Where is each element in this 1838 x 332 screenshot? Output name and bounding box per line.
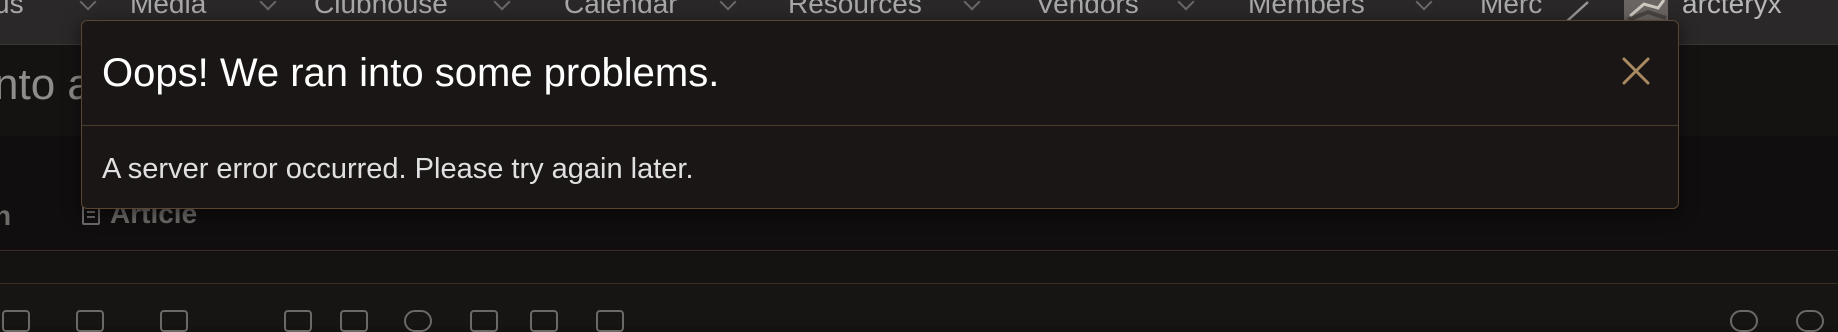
- undo-icon[interactable]: [1730, 310, 1758, 332]
- chevron-down-icon: [493, 0, 511, 11]
- error-dialog: Oops! We ran into some problems. A serve…: [81, 20, 1679, 209]
- nav-item-vendors[interactable]: Vendors: [1036, 0, 1139, 19]
- chevron-down-icon: [1177, 0, 1195, 11]
- nav-item-members[interactable]: Members: [1248, 0, 1365, 19]
- chevron-down-icon: [259, 0, 277, 11]
- tab-fragment[interactable]: n: [0, 200, 11, 232]
- editor-toolbar: [0, 284, 1838, 326]
- paragraph-icon[interactable]: [160, 310, 188, 332]
- chevron-down-icon: [963, 0, 981, 11]
- numbered-list-icon[interactable]: [76, 310, 104, 332]
- dialog-title: Oops! We ran into some problems.: [102, 51, 720, 95]
- username[interactable]: arcteryx: [1682, 0, 1782, 19]
- nav-item-calendar[interactable]: Calendar: [564, 0, 678, 19]
- nav-item-fragment[interactable]: us: [0, 0, 24, 19]
- columns-icon[interactable]: [530, 310, 558, 332]
- list-icon[interactable]: [2, 310, 30, 332]
- nav-item-media[interactable]: Media: [130, 0, 206, 19]
- nav-item-merch[interactable]: Merc: [1480, 0, 1550, 19]
- divider: [0, 250, 1838, 251]
- nav-item-resources[interactable]: Resources: [788, 0, 922, 19]
- chevron-down-icon: [79, 0, 97, 11]
- redo-icon[interactable]: [1796, 310, 1824, 332]
- table-icon[interactable]: [596, 310, 624, 332]
- media-icon[interactable]: [470, 310, 498, 332]
- dialog-header: Oops! We ran into some problems.: [82, 21, 1678, 126]
- error-message: A server error occurred. Please try agai…: [102, 153, 694, 185]
- link-icon[interactable]: [284, 310, 312, 332]
- chevron-down-icon: [719, 0, 737, 11]
- emoji-icon[interactable]: [404, 310, 432, 332]
- avatar[interactable]: [1624, 0, 1668, 22]
- chevron-down-icon: [1415, 0, 1433, 11]
- nav-item-clubhouse[interactable]: Clubhouse: [314, 0, 448, 19]
- close-icon[interactable]: [1616, 51, 1656, 91]
- page-title-fragment: nto a: [0, 60, 92, 109]
- image-icon[interactable]: [340, 310, 368, 332]
